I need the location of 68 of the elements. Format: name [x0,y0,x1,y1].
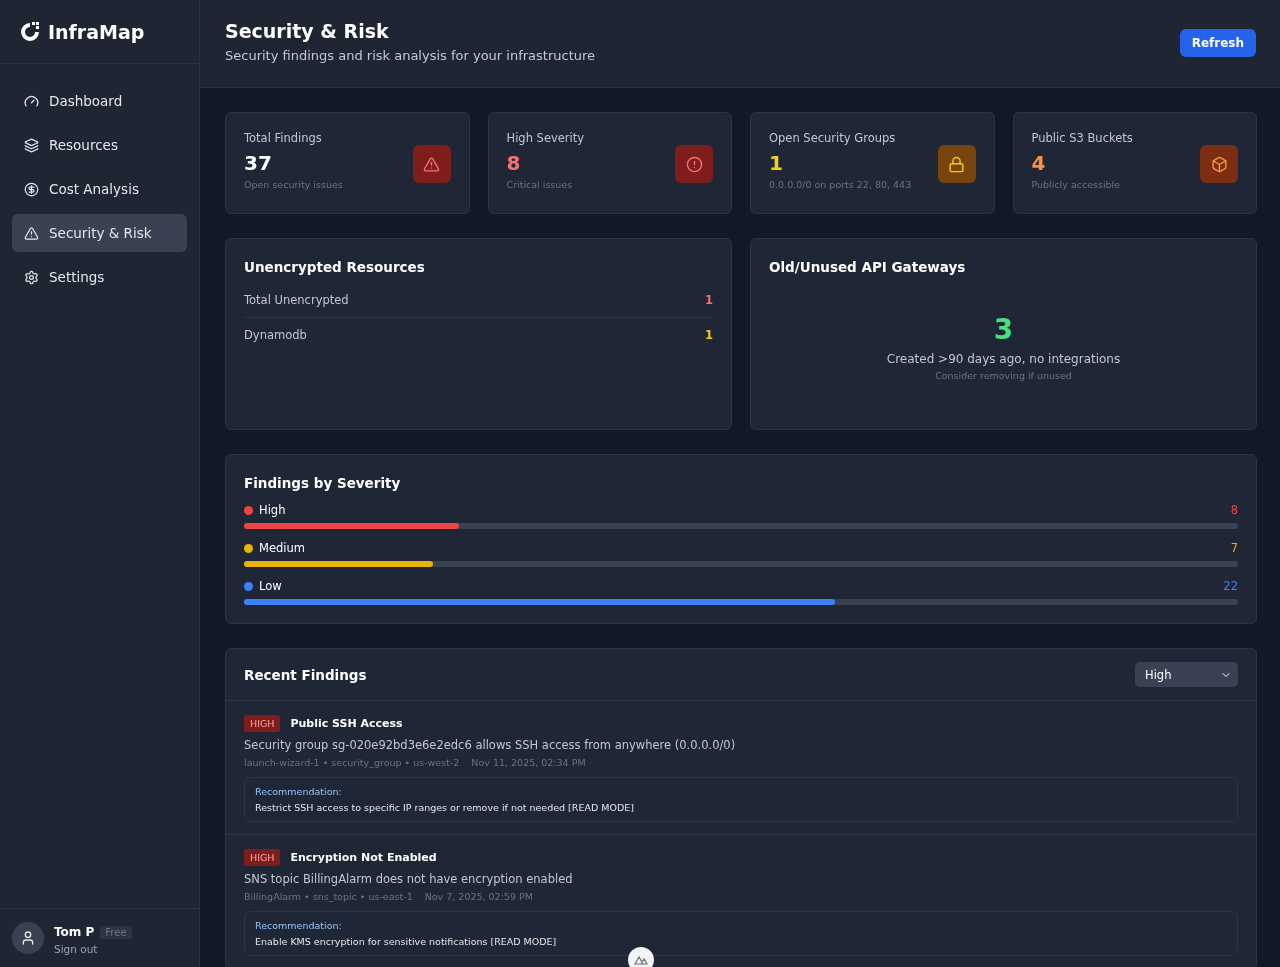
severity-count: 8 [1230,503,1238,517]
stat-label: Public S3 Buckets [1031,131,1133,145]
gauge-icon [24,93,39,109]
finding-meta: BillingAlarm • sns_topic • us-east-1 [244,891,413,902]
stat-label: High Severity [506,131,585,145]
finding-description: SNS topic BillingAlarm does not have encryption enabled [244,872,574,886]
mountain-icon [634,955,648,965]
page-title: Security & Risk [225,20,390,42]
recommendation-text: Restrict SSH access to specific IP ranges or remove if not needed [READ MODE] [255,802,635,813]
cube-icon [1210,155,1228,173]
page-subtitle: Security findings and risk analysis for your infrastructure [225,48,596,63]
severity-count: 22 [1223,579,1238,593]
recommendation-label: Recommendation: [255,786,343,797]
sign-out-link[interactable]: Sign out [54,943,132,955]
severity-label: Medium [259,541,305,555]
lock-icon [948,155,965,173]
stat-note: Publicly accessible [1031,179,1122,190]
severity-label: High [259,503,286,517]
sidebar-item[interactable]: Cost Analysis [12,170,187,208]
logo-icon [18,19,42,44]
finding-time: Nov 7, 2025, 02:59 PM [424,891,533,902]
dollar-icon [24,181,39,197]
stat-label: Total Findings [244,131,323,145]
alert-circle-icon [685,155,703,173]
gateway-count: 3 [992,313,1015,346]
finding-description: Security group sg-020e92bd3e6e2edc6 allows SSH access from anywhere (0.0.0.0/0) [244,738,737,752]
severity-select[interactable]: High [1135,662,1238,687]
stat-note: Open security issues [244,179,343,190]
plan-badge: Free [100,926,132,939]
stat-note: Critical issues [506,179,574,190]
stat-value: 8 [506,151,522,175]
resource-count: 1 [705,328,713,342]
recommendation-label: Recommendation: [255,920,343,931]
resource-label: Total Unencrypted [244,293,349,307]
sidebar-item[interactable]: Dashboard [12,82,187,120]
panel-title: Recent Findings [244,666,367,683]
user-name: Tom P [54,925,95,939]
stat-note: 0.0.0.0/0 on ports 22, 80, 443 [769,179,912,190]
warning-icon [24,225,39,241]
stat-value: 37 [244,151,273,175]
recommendation-text: Enable KMS encryption for sensitive notifications [READ MODE] [255,936,558,947]
stat-value: 1 [769,151,784,175]
gateway-hint: Consider removing if unused [934,370,1073,381]
finding-title: Public SSH Access [290,717,403,730]
warning-icon [423,155,440,173]
settings-icon [24,269,39,285]
severity-badge: HIGH [244,849,281,866]
finding-title: Encryption Not Enabled [290,851,437,864]
sidebar-item[interactable]: Resources [12,126,187,164]
refresh-button[interactable]: Refresh [1179,29,1256,57]
sidebar-item[interactable]: Settings [12,258,187,296]
severity-badge: HIGH [244,715,281,732]
severity-count: 7 [1230,541,1238,555]
panel-title: Unencrypted Resources [244,259,426,275]
panel-title: Findings by Severity [244,475,402,491]
panel-title: Old/Unused API Gateways [769,259,967,275]
finding-time: Nov 11, 2025, 02:34 PM [471,757,586,768]
brand-name: InfraMap [48,20,145,43]
finding-meta: launch-wizard-1 • security_group • us-west-2 [244,757,460,768]
resource-label: Dynamodb [244,328,307,342]
severity-label: Low [259,579,282,593]
gateway-description: Created >90 days ago, no integrations [885,352,1122,366]
sidebar-item[interactable]: Security & Risk [12,214,187,252]
layers-icon [24,137,39,153]
resource-count: 1 [705,293,713,307]
stat-label: Open Security Groups [769,131,897,145]
user-icon [20,930,36,946]
stat-value: 4 [1031,151,1047,175]
